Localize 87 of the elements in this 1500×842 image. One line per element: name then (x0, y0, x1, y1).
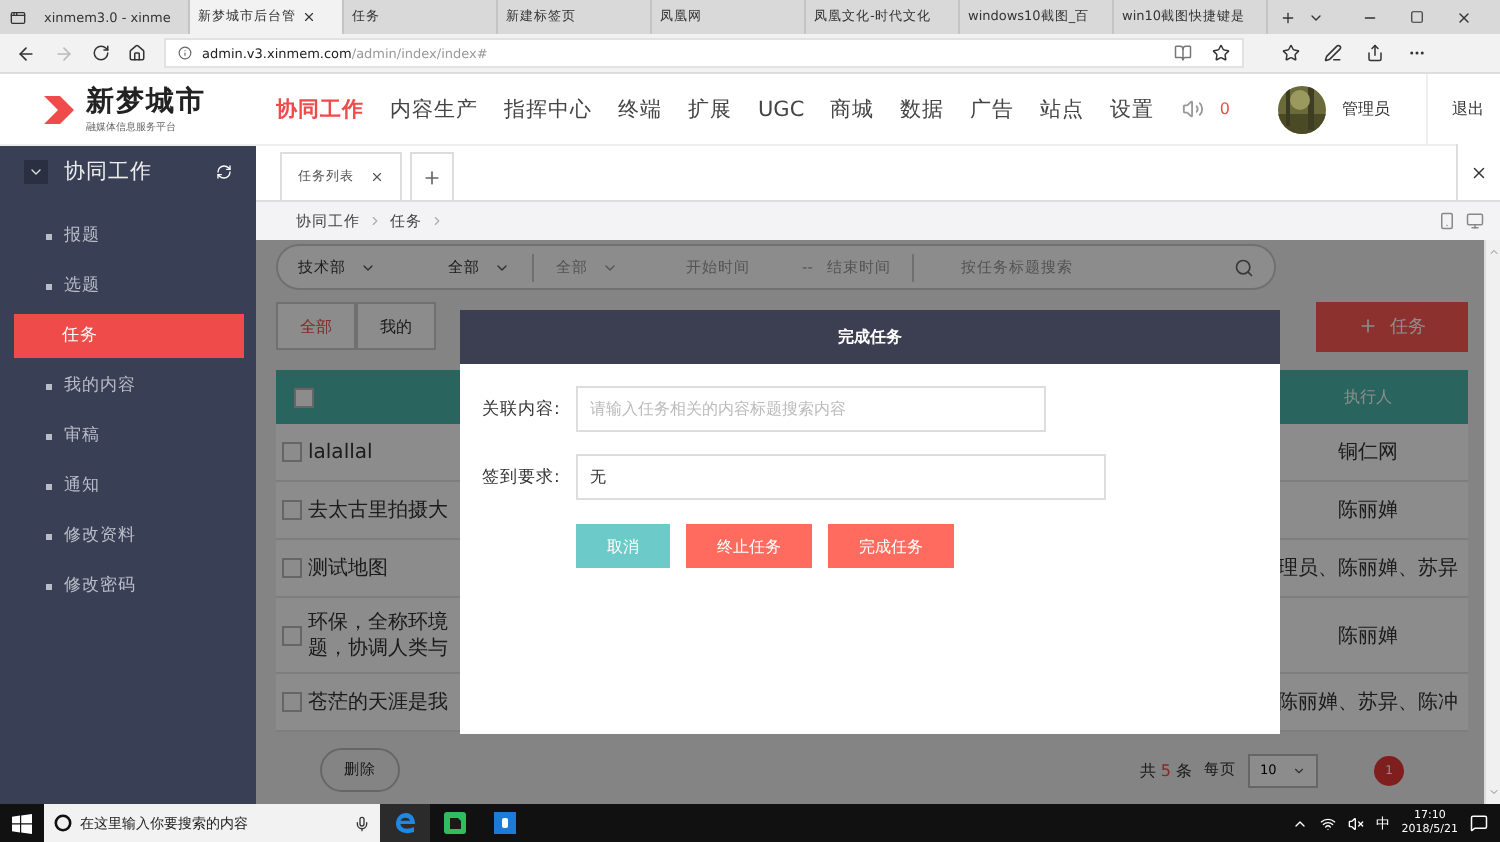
row-checkbox[interactable] (282, 558, 302, 578)
nav-item[interactable]: 协同工作 (276, 95, 364, 123)
star-icon (1212, 44, 1230, 62)
row-checkbox[interactable] (282, 625, 302, 645)
network-icon (1319, 815, 1336, 831)
scroll-up-icon (1487, 246, 1499, 258)
nav-item[interactable]: 内容生产 (390, 95, 478, 123)
alert-count: 0 (1219, 100, 1230, 118)
search-icon (1234, 257, 1254, 277)
total-count: 共 5 条 (1139, 759, 1192, 781)
select-all-checkbox[interactable] (294, 387, 314, 407)
monitor-icon (1466, 212, 1484, 230)
row-checkbox[interactable] (282, 442, 302, 462)
user-name: 管理员 (1342, 98, 1392, 120)
forward-icon (54, 43, 74, 63)
list-tab[interactable]: 我的 (356, 302, 436, 350)
sidebar-item[interactable]: 任务 (14, 314, 244, 358)
chevron-right-icon (430, 214, 444, 228)
scroll-down-icon (1487, 786, 1499, 798)
field-label: 关联内容: (482, 397, 556, 421)
browser-icon[interactable] (394, 812, 416, 834)
field-label: 签到要求: (482, 465, 556, 489)
new-tab-icon (1280, 9, 1296, 25)
nav-item[interactable]: 设置 (1110, 95, 1155, 123)
table-cell-text: 陈丽婵 (1336, 498, 1400, 524)
home-icon (128, 44, 146, 62)
nav-item[interactable]: 终端 (618, 95, 662, 123)
circle-icon (54, 814, 72, 832)
nav-item[interactable]: 指挥中心 (504, 95, 592, 123)
mute-icon (1347, 815, 1364, 831)
book-icon (1174, 44, 1192, 62)
refresh-icon (92, 44, 110, 62)
table-cell-text: 陈丽婵 (1336, 623, 1400, 649)
input-field[interactable]: 请输入任务相关的内容标题搜索内容 (576, 386, 1046, 432)
table-cell-text: 铜仁网 (1336, 440, 1400, 466)
info-icon (178, 46, 192, 60)
sidebar-item[interactable]: 我的内容 (14, 364, 244, 408)
sidebar-item[interactable]: 通知 (14, 464, 244, 508)
row-checkbox[interactable] (282, 692, 302, 712)
tab-overview-icon (10, 9, 26, 25)
close-button[interactable] (1456, 144, 1500, 200)
dialog-title: 完成任务 (460, 310, 1280, 364)
chevron-down-icon (28, 164, 44, 180)
favorites-icon (1282, 44, 1300, 62)
nav-item[interactable]: 广告 (970, 95, 1015, 123)
close-icon (1470, 163, 1488, 181)
table-cell: 测试地图 (308, 555, 388, 581)
close-icon (1456, 9, 1472, 25)
sidebar-item[interactable]: 修改密码 (14, 564, 244, 608)
sidebar-item[interactable]: 报题 (14, 214, 244, 258)
table-cell: 苍茫的天涯是我 (308, 689, 448, 715)
speaker-icon (1181, 98, 1204, 120)
notes-app-icon[interactable] (444, 812, 466, 834)
column-header: 执行人 (1342, 386, 1394, 408)
sidebar-item[interactable]: 修改资料 (14, 514, 244, 558)
refresh-icon (216, 164, 232, 180)
mic-icon (354, 815, 370, 831)
close-icon (370, 170, 384, 184)
windows-icon[interactable] (12, 813, 32, 833)
logo-name: 新梦城市 (86, 84, 206, 120)
sidebar-title: 协同工作 (64, 158, 154, 186)
nav-item[interactable]: 商城 (830, 95, 875, 123)
plus-icon (422, 167, 442, 187)
table-cell: 环保，全称环境 题，协调人类与 (308, 609, 448, 661)
close-icon (302, 10, 316, 24)
share-icon (1366, 44, 1384, 62)
chevron-right-icon (368, 214, 382, 228)
nav-item[interactable]: 扩展 (688, 95, 732, 123)
row-checkbox[interactable] (282, 500, 302, 520)
logo-icon (40, 91, 76, 127)
chevron-down-icon (1292, 763, 1306, 777)
nav-item[interactable]: 站点 (1040, 95, 1085, 123)
maximize-icon (1410, 10, 1424, 24)
sidebar-item[interactable]: 审稿 (14, 414, 244, 458)
sidebar-item[interactable]: 选题 (14, 264, 244, 308)
nav-item[interactable]: 数据 (900, 95, 945, 123)
table-cell: 去太古里拍摄大 (308, 497, 448, 523)
add-tab-button[interactable] (410, 152, 454, 200)
plus-icon (1358, 316, 1378, 336)
nav-item[interactable]: UGC (758, 97, 805, 121)
phone-icon (1438, 212, 1456, 230)
input-field[interactable]: 无 (576, 454, 1106, 500)
app-icon[interactable] (494, 812, 516, 834)
back-icon (16, 43, 36, 63)
table-cell: lalallal (308, 439, 373, 465)
pen-icon (1324, 44, 1342, 62)
notification-icon (1470, 814, 1488, 832)
